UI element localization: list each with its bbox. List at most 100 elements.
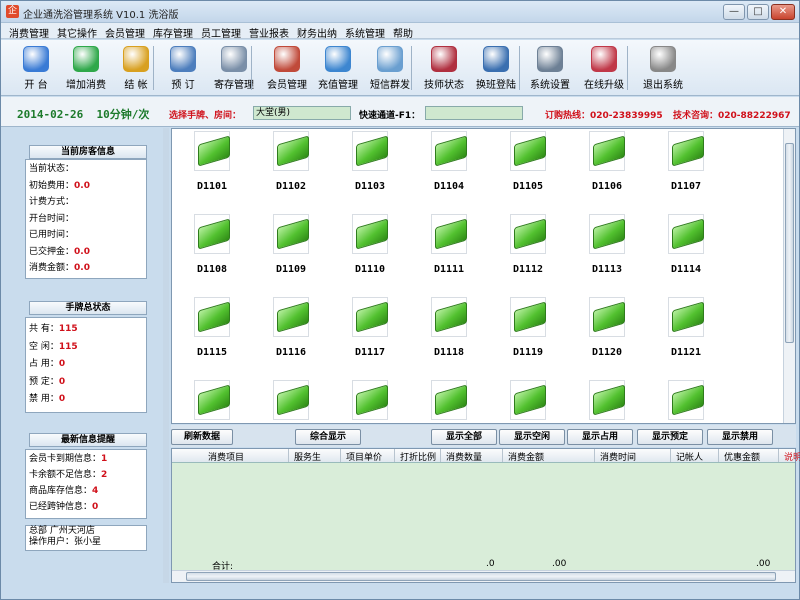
room-label: D1104 xyxy=(433,181,465,192)
room-free-icon xyxy=(356,384,388,416)
table-hscrollbar[interactable] xyxy=(172,570,795,582)
toolbar-button-6[interactable]: 充值管理 xyxy=(313,44,363,92)
toolbar-separator xyxy=(411,46,412,90)
current-room-row: 消费金额：0.0 xyxy=(29,261,90,275)
toolbar-button-5[interactable]: 会员管理 xyxy=(261,44,313,92)
show-occupied-button[interactable]: 显示占用 xyxy=(567,429,633,445)
room-tile[interactable]: D1106 xyxy=(579,131,635,211)
menu-stock[interactable]: 库存管理 xyxy=(153,25,193,40)
menu-staff[interactable]: 员工管理 xyxy=(201,25,241,40)
room-tile[interactable]: D1111 xyxy=(421,214,477,294)
room-tile[interactable] xyxy=(579,380,635,423)
toolbar-button-3[interactable]: 预 订 xyxy=(163,44,203,92)
room-tile[interactable]: D1117 xyxy=(342,297,398,377)
room-tile[interactable] xyxy=(263,380,319,423)
current-room-row: 已交押金：0.0 xyxy=(29,245,90,259)
room-grid-scrollbar[interactable] xyxy=(783,129,795,423)
menu-consume[interactable]: 消费管理 xyxy=(9,25,49,40)
menu-finance[interactable]: 财务出纳 xyxy=(297,25,337,40)
room-tile[interactable]: D1116 xyxy=(263,297,319,377)
menu-help[interactable]: 帮助 xyxy=(393,25,413,40)
total-qty: .0 xyxy=(486,559,495,569)
room-tile[interactable]: D1119 xyxy=(500,297,556,377)
room-tile[interactable] xyxy=(184,380,240,423)
room-tile[interactable]: D1107 xyxy=(658,131,714,211)
room-select-field[interactable]: 大堂(男) xyxy=(253,106,351,120)
room-tile[interactable]: D1114 xyxy=(658,214,714,294)
column-header[interactable]: 项目单价 xyxy=(346,450,382,463)
toolbar-button-8[interactable]: 技师状态 xyxy=(419,44,469,92)
tech-consult-caption: 技术咨询： xyxy=(673,111,719,121)
room-tile[interactable]: D1104 xyxy=(421,131,477,211)
room-icon xyxy=(194,297,230,337)
toolbar-button-7[interactable]: 短信群发 xyxy=(365,44,415,92)
show-all-button[interactable]: 显示全部 xyxy=(431,429,497,445)
hscrollbar-thumb[interactable] xyxy=(186,572,776,581)
room-tile[interactable]: D1113 xyxy=(579,214,635,294)
column-header[interactable]: 服务生 xyxy=(294,450,321,463)
row-value: 0.0 xyxy=(74,246,90,257)
room-tile[interactable]: D1121 xyxy=(658,297,714,377)
room-grid: D1101 D1102 D1103 D1104 D1105 D1106 D1107 D1108… xyxy=(171,128,796,424)
column-header[interactable]: 消费时间 xyxy=(600,450,636,463)
room-icon xyxy=(273,297,309,337)
room-free-icon xyxy=(356,135,388,167)
tag-status-row: 空 闲：115 xyxy=(29,340,78,354)
room-tile[interactable]: D1108 xyxy=(184,214,240,294)
order-hotline-caption: 订购热线： xyxy=(545,111,591,121)
show-disabled-button[interactable]: 显示禁用 xyxy=(707,429,773,445)
menu-member[interactable]: 会员管理 xyxy=(105,25,145,40)
room-free-icon xyxy=(514,218,546,250)
upgrade-icon xyxy=(591,46,617,72)
column-header[interactable]: 消费数量 xyxy=(446,450,482,463)
room-tile[interactable]: D1102 xyxy=(263,131,319,211)
column-header[interactable]: 优惠金额 xyxy=(724,450,760,463)
room-tile[interactable] xyxy=(421,380,477,423)
menu-other[interactable]: 其它操作 xyxy=(57,25,97,40)
show-free-button[interactable]: 显示空闲 xyxy=(499,429,565,445)
room-tile[interactable]: D1118 xyxy=(421,297,477,377)
room-icon xyxy=(668,297,704,337)
tech-consult-label: 技术咨询：020-88222967 xyxy=(673,108,791,121)
room-tile[interactable]: D1109 xyxy=(263,214,319,294)
room-label: D1117 xyxy=(354,347,386,358)
toolbar-button-0[interactable]: 开 台 xyxy=(13,44,59,92)
room-label: D1112 xyxy=(512,264,544,275)
room-tile[interactable]: D1101 xyxy=(184,131,240,211)
show-reserved-button[interactable]: 显示预定 xyxy=(637,429,703,445)
row-label: 已经跨钟信息： xyxy=(29,502,93,512)
column-header[interactable]: 消费项目 xyxy=(208,450,244,463)
column-header[interactable]: 打折比例 xyxy=(400,450,436,463)
room-tile[interactable]: D1110 xyxy=(342,214,398,294)
close-button[interactable]: ✕ xyxy=(771,4,795,20)
toolbar-button-12[interactable]: 退出系统 xyxy=(637,44,689,92)
toolbar-button-1[interactable]: 增加消费 xyxy=(63,44,109,92)
summary-button[interactable]: 综合显示 xyxy=(295,429,361,445)
scrollbar-thumb[interactable] xyxy=(785,143,794,343)
column-divider xyxy=(340,449,341,462)
toolbar-label: 退出系统 xyxy=(643,80,683,91)
room-tile[interactable]: D1112 xyxy=(500,214,556,294)
room-tile[interactable] xyxy=(658,380,714,423)
column-header[interactable]: 说明 xyxy=(784,450,800,463)
room-tile[interactable] xyxy=(500,380,556,423)
panel-splitter[interactable] xyxy=(163,128,169,583)
tag-status-row: 占 用：0 xyxy=(29,357,65,371)
maximize-button[interactable]: □ xyxy=(747,4,769,20)
column-header[interactable]: 记帐人 xyxy=(676,450,703,463)
room-label: D1109 xyxy=(275,264,307,275)
room-tile[interactable]: D1105 xyxy=(500,131,556,211)
menu-system[interactable]: 系统管理 xyxy=(345,25,385,40)
minimize-button[interactable]: — xyxy=(723,4,745,20)
quick-channel-input[interactable] xyxy=(425,106,523,120)
toolbar-button-11[interactable]: 在线升级 xyxy=(579,44,629,92)
toolbar-button-9[interactable]: 换班登陆 xyxy=(471,44,521,92)
refresh-button[interactable]: 刷新数据 xyxy=(171,429,233,445)
room-tile[interactable]: D1103 xyxy=(342,131,398,211)
column-header[interactable]: 消费金额 xyxy=(508,450,544,463)
room-tile[interactable]: D1120 xyxy=(579,297,635,377)
room-tile[interactable]: D1115 xyxy=(184,297,240,377)
room-tile[interactable] xyxy=(342,380,398,423)
toolbar-button-10[interactable]: 系统设置 xyxy=(525,44,575,92)
menu-report[interactable]: 营业报表 xyxy=(249,25,289,40)
